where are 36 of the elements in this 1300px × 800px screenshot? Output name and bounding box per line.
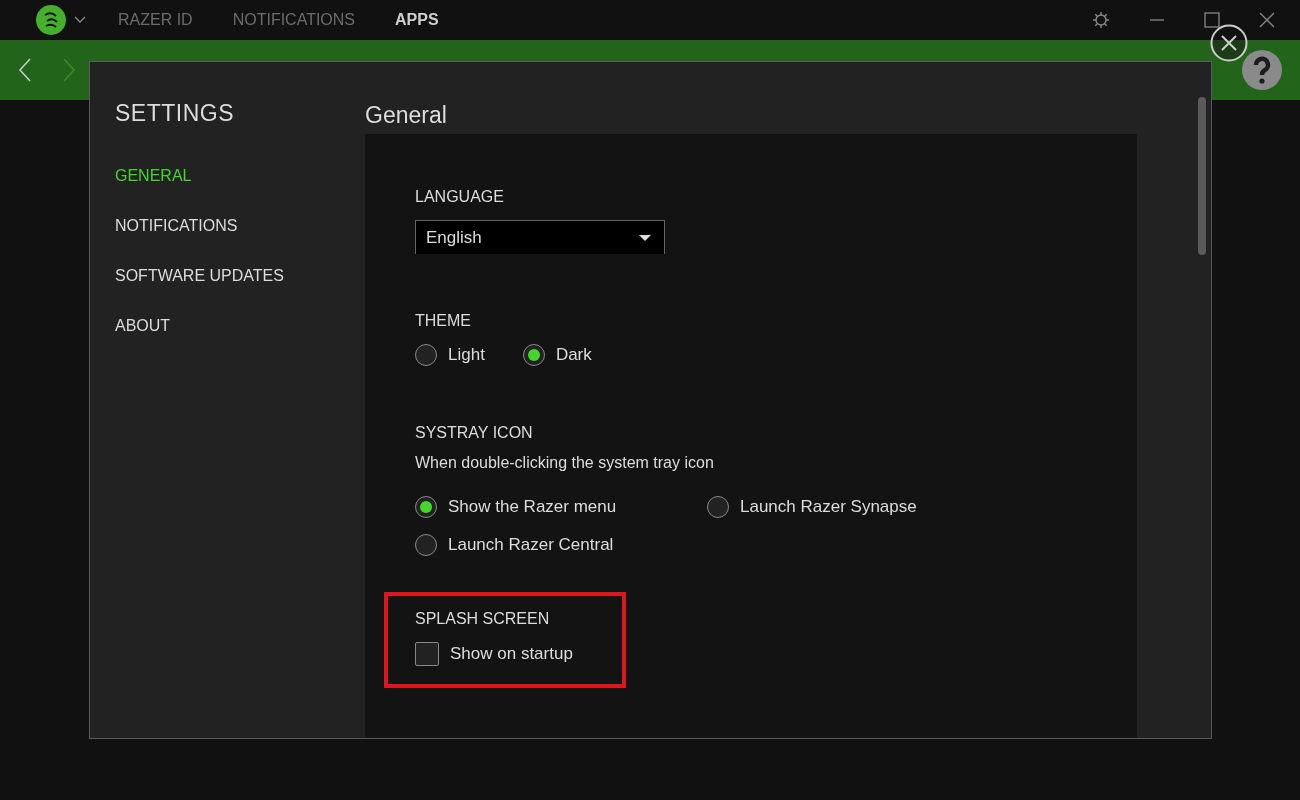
section-description: When double-clicking the system tray icon [415,454,715,472]
settings-nav-item[interactable]: SOFTWARE UPDATES [115,267,365,317]
caret-icon [639,234,651,241]
settings-icon[interactable] [1092,11,1110,29]
option-label: Light [448,345,485,365]
section-heading: General [365,101,448,130]
radio-button[interactable] [415,496,437,518]
radio-button[interactable] [415,344,437,366]
settings-nav-item[interactable]: NOTIFICATIONS [115,217,365,267]
close-icon[interactable] [1258,11,1276,29]
radio-button[interactable] [707,496,729,518]
settings-nav-item[interactable]: GENERAL [115,167,365,217]
section-label: THEME [415,312,472,330]
nav-tab[interactable]: RAZER ID [118,11,193,29]
section-label: SYSTRAY ICON [415,424,534,442]
maximize-icon[interactable] [1204,12,1220,28]
chevron-down-icon[interactable] [74,16,86,24]
option-label: Show on startup [450,644,573,664]
option-label: Launch Razer Central [448,535,614,555]
language-dropdown[interactable]: English [415,220,665,254]
nav-tab[interactable]: NOTIFICATIONS [232,11,356,29]
checkbox[interactable] [415,642,439,666]
section-label: SPLASH SCREEN [415,610,551,628]
razer-logo-icon[interactable] [36,5,66,35]
option-label: Dark [555,345,592,365]
settings-nav-item[interactable]: ABOUT [115,317,365,367]
radio-button[interactable] [415,534,437,556]
option-label: Launch Razer Synapse [740,497,917,517]
settings-title: SETTINGS [115,100,235,127]
section-label: LANGUAGE [415,188,505,206]
nav-tab[interactable]: APPS [395,11,439,29]
option-label: Show the Razer menu [448,497,617,517]
scrollbar-thumb[interactable] [1198,97,1206,255]
close-dialog-icon[interactable] [1210,24,1248,62]
radio-button[interactable] [522,344,545,366]
help-icon[interactable] [1242,50,1282,90]
